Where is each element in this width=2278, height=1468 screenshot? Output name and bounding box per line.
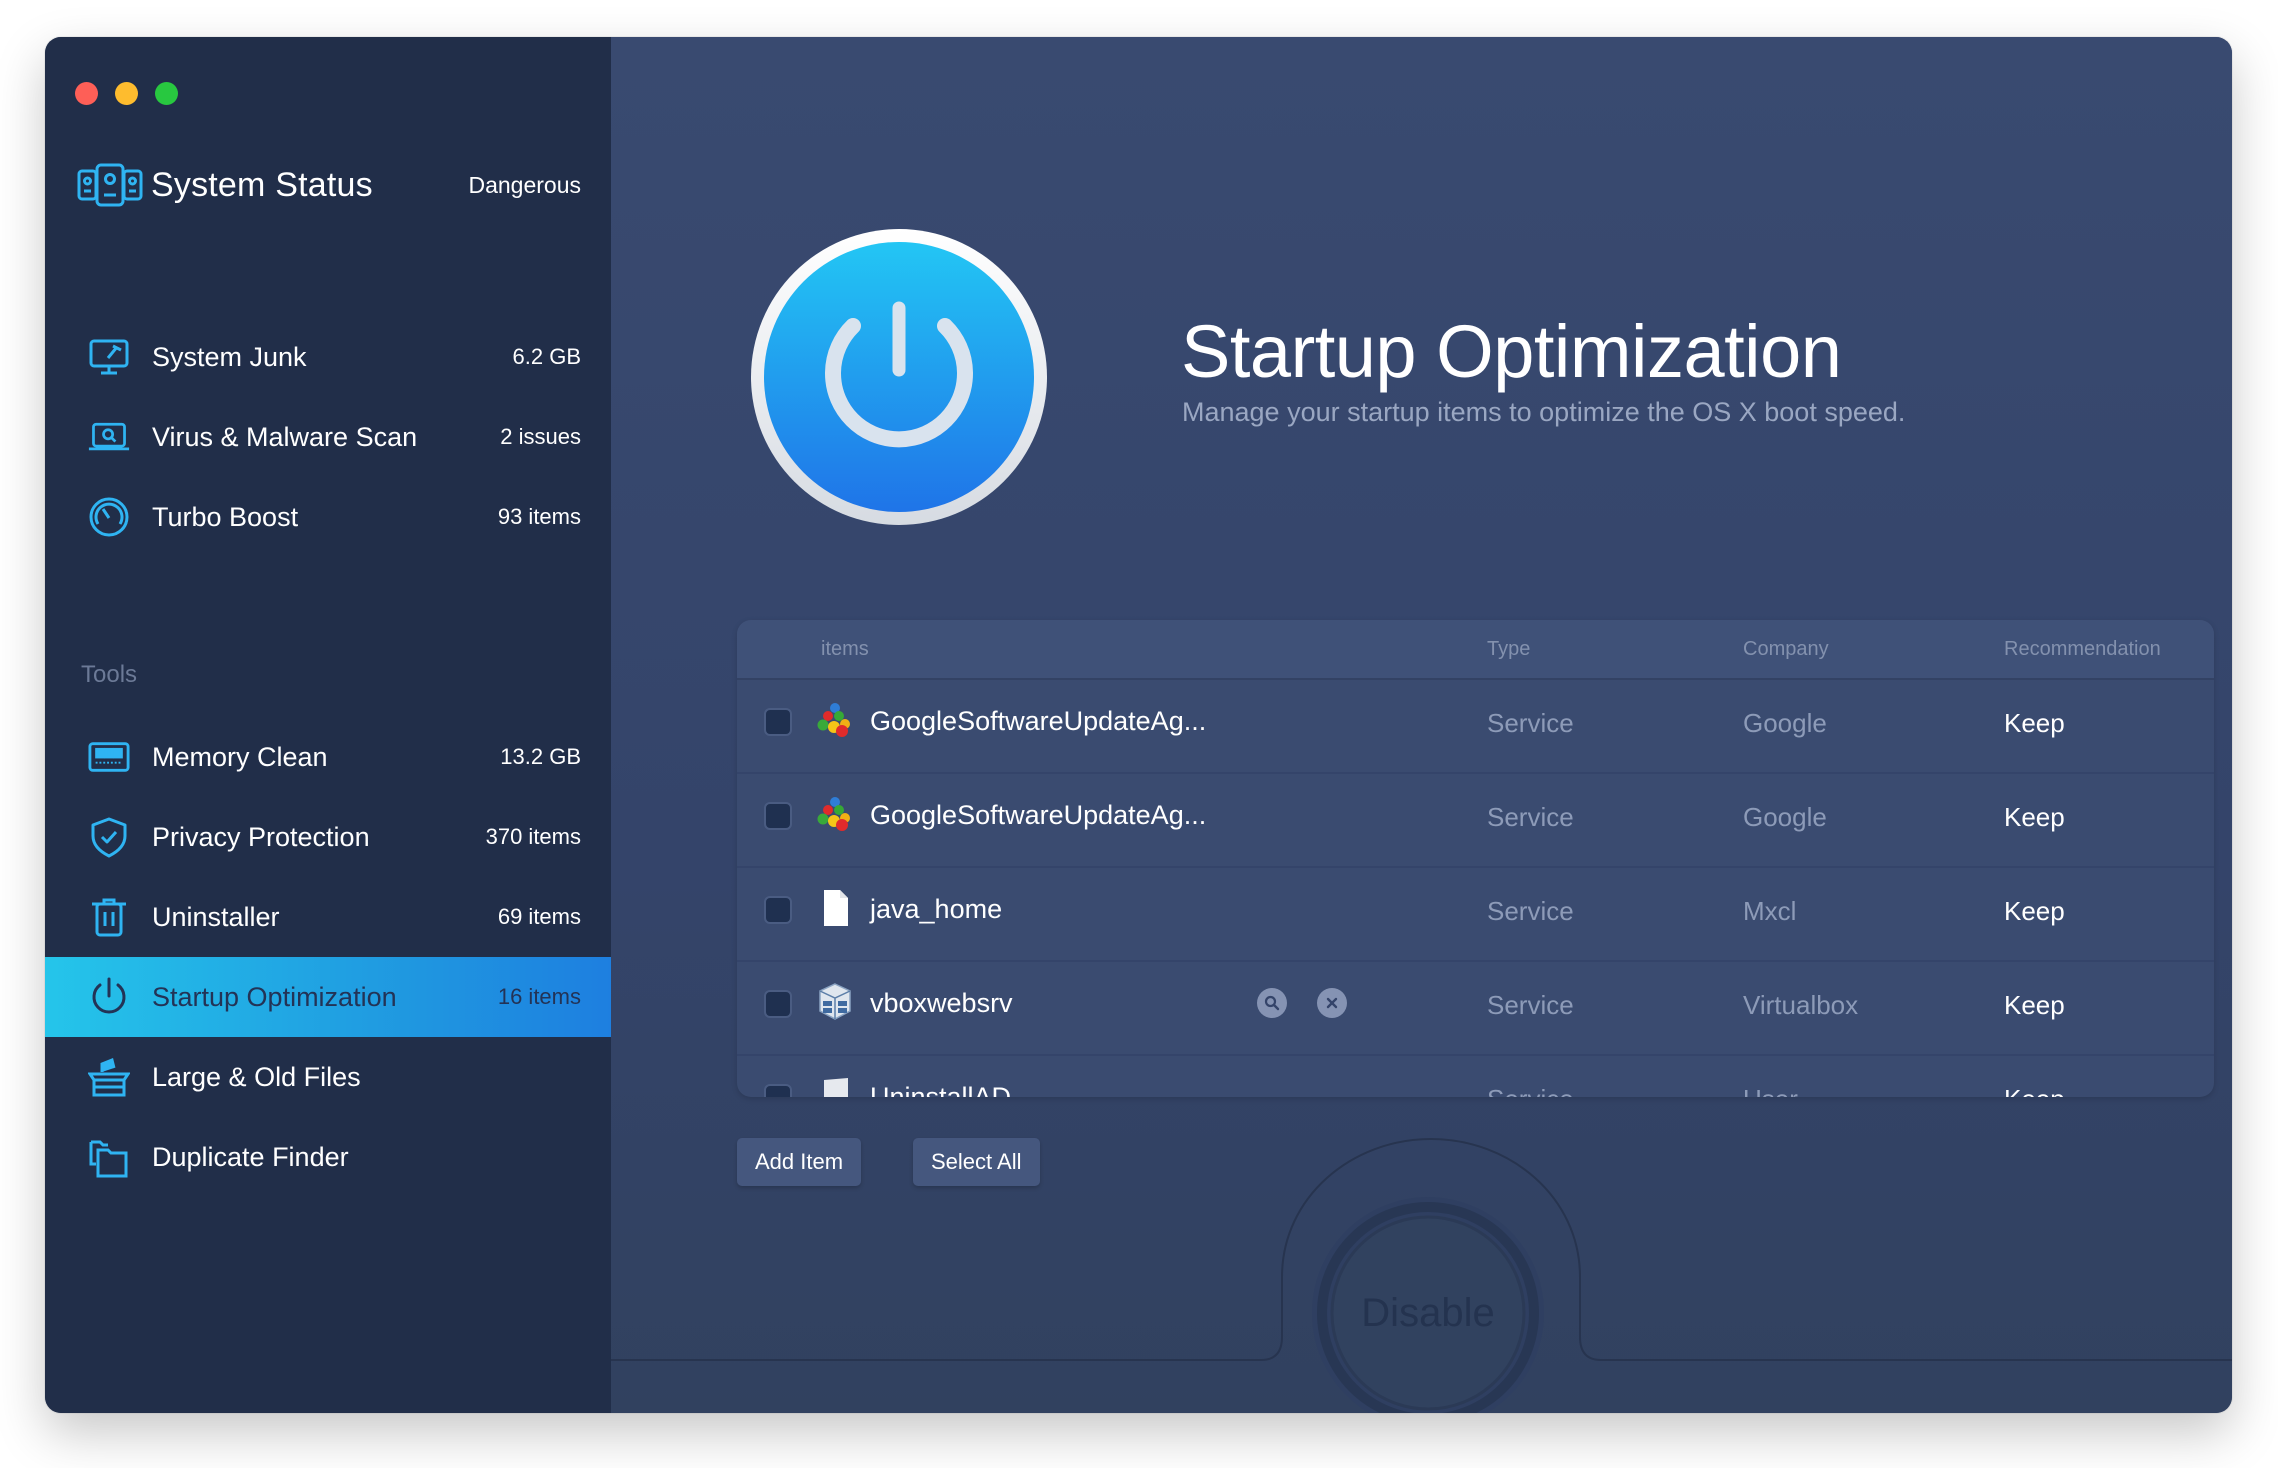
column-header-recommendation[interactable]: Recommendation (2004, 638, 2161, 661)
sidebar-item-count: 69 items (497, 904, 581, 929)
page-title: Startup Optimization (1181, 310, 1842, 393)
sidebar-item-label: Duplicate Finder (152, 1141, 349, 1172)
startup-items-table: items Type Company Recommendation Google… (737, 620, 2214, 1097)
sidebar-item-virus-malware-scan[interactable]: Virus & Malware Scan 2 issues (45, 397, 611, 477)
item-type: Service (1487, 1084, 1574, 1097)
tools-nav: Memory Clean 13.2 GB Privacy Protection … (45, 717, 611, 1197)
sidebar-item-turbo-boost[interactable]: Turbo Boost 93 items (45, 477, 611, 557)
column-header-type[interactable]: Type (1487, 638, 1530, 661)
table-row[interactable]: UninstallAD Service User Keep (737, 1056, 2214, 1097)
sidebar-item-label: System Junk (152, 341, 307, 372)
scan-nav: System Junk 6.2 GB Virus & Malware Scan … (45, 317, 611, 557)
sidebar-item-large-old-files[interactable]: Large & Old Files (45, 1037, 611, 1117)
large-files-icon (88, 1056, 130, 1098)
sidebar-item-label: Memory Clean (152, 741, 328, 772)
disable-button[interactable]: Disable (1308, 1193, 1548, 1413)
row-checkbox[interactable] (764, 1084, 792, 1097)
table-row[interactable]: GoogleSoftwareUpdateAg... Service Google… (737, 680, 2214, 774)
row-checkbox[interactable] (764, 990, 792, 1018)
row-checkbox[interactable] (764, 708, 792, 736)
system-status-row[interactable]: System Status Dangerous (77, 155, 581, 215)
sidebar: System Status Dangerous System Junk 6.2 … (45, 37, 611, 1413)
uninstaller-trash-icon (88, 896, 130, 938)
row-checkbox[interactable] (764, 802, 792, 830)
item-name: GoogleSoftwareUpdateAg... (870, 706, 1207, 736)
table-row[interactable]: java_home Service Mxcl Keep (737, 868, 2214, 962)
sidebar-item-label: Uninstaller (152, 901, 280, 932)
table-header: items Type Company Recommendation (737, 620, 2214, 680)
close-window-button[interactable] (75, 82, 98, 105)
sidebar-item-count: 16 items (497, 984, 581, 1009)
item-name: java_home (870, 894, 1003, 924)
sidebar-item-system-junk[interactable]: System Junk 6.2 GB (45, 317, 611, 397)
item-name: UninstallAD (870, 1082, 1012, 1097)
item-recommendation: Keep (2004, 1084, 2065, 1097)
search-icon (1264, 995, 1280, 1011)
reveal-search-button[interactable] (1257, 988, 1287, 1018)
minimize-window-button[interactable] (115, 82, 138, 105)
turbo-boost-icon (88, 496, 130, 538)
item-name: vboxwebsrv (870, 988, 1013, 1018)
close-icon (1326, 997, 1338, 1009)
document-icon (815, 1076, 855, 1097)
sidebar-item-count: 2 issues (500, 424, 581, 449)
item-type: Service (1487, 896, 1574, 926)
sidebar-item-duplicate-finder[interactable]: Duplicate Finder (45, 1117, 611, 1197)
row-checkbox[interactable] (764, 896, 792, 924)
item-type: Service (1487, 802, 1574, 832)
zoom-window-button[interactable] (155, 82, 178, 105)
column-header-company[interactable]: Company (1743, 638, 1829, 661)
sidebar-item-label: Startup Optimization (152, 981, 397, 1012)
power-icon (88, 976, 130, 1018)
table-row[interactable]: GoogleSoftwareUpdateAg... Service Google… (737, 774, 2214, 868)
sidebar-item-count: 6.2 GB (512, 344, 581, 369)
sidebar-item-count: 370 items (485, 824, 581, 849)
item-recommendation: Keep (2004, 990, 2065, 1020)
google-update-icon (815, 794, 855, 834)
item-company: User (1743, 1084, 1798, 1097)
system-status-value: Dangerous (468, 171, 581, 198)
item-type: Service (1487, 708, 1574, 738)
google-update-icon (815, 700, 855, 740)
page-subtitle: Manage your startup items to optimize th… (1182, 397, 1906, 427)
item-company: Google (1743, 708, 1827, 738)
window-controls (75, 82, 178, 105)
remove-item-button[interactable] (1317, 988, 1347, 1018)
item-company: Mxcl (1743, 896, 1797, 926)
item-company: Google (1743, 802, 1827, 832)
startup-power-icon (750, 228, 1048, 526)
table-row[interactable]: vboxwebsrv Service Virtualbox Keep (737, 962, 2214, 1056)
item-type: Service (1487, 990, 1574, 1020)
item-recommendation: Keep (2004, 802, 2065, 832)
sidebar-item-label: Privacy Protection (152, 821, 370, 852)
sidebar-item-memory-clean[interactable]: Memory Clean 13.2 GB (45, 717, 611, 797)
item-recommendation: Keep (2004, 896, 2065, 926)
sidebar-item-label: Large & Old Files (152, 1061, 361, 1092)
sidebar-item-startup-optimization[interactable]: Startup Optimization 16 items (45, 957, 611, 1037)
sidebar-item-privacy-protection[interactable]: Privacy Protection 370 items (45, 797, 611, 877)
sidebar-item-uninstaller[interactable]: Uninstaller 69 items (45, 877, 611, 957)
sidebar-item-label: Turbo Boost (152, 501, 299, 532)
sidebar-item-count: 93 items (497, 504, 581, 529)
memory-clean-icon (88, 736, 130, 778)
sidebar-item-label: Virus & Malware Scan (152, 421, 418, 452)
privacy-shield-icon (88, 816, 130, 858)
column-header-items[interactable]: items (821, 638, 869, 661)
item-recommendation: Keep (2004, 708, 2065, 738)
main-panel: Startup Optimization Manage your startup… (611, 37, 2232, 1413)
sidebar-item-count: 13.2 GB (500, 744, 581, 769)
virus-scan-icon (88, 416, 130, 458)
document-icon (815, 888, 855, 928)
system-status-title: System Status (151, 165, 373, 204)
virtualbox-icon (815, 982, 855, 1022)
item-company: Virtualbox (1743, 990, 1859, 1020)
disable-button-label: Disable (1361, 1290, 1495, 1335)
system-junk-icon (88, 336, 130, 378)
item-name: GoogleSoftwareUpdateAg... (870, 800, 1207, 830)
system-status-icon (77, 163, 143, 207)
tools-section-label: Tools (81, 661, 138, 688)
app-window: System Status Dangerous System Junk 6.2 … (45, 37, 2232, 1413)
duplicate-finder-icon (88, 1136, 130, 1178)
